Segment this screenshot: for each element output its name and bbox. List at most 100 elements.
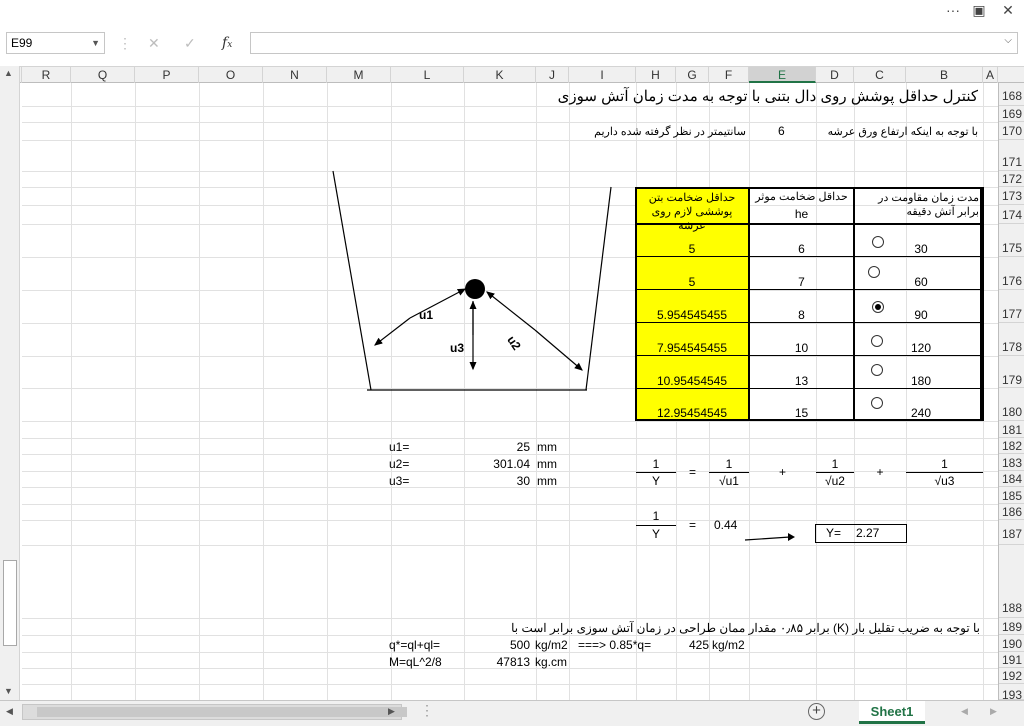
fire-radio-90[interactable] (872, 301, 884, 313)
prev-sheet-icon[interactable]: ◀ (961, 706, 968, 717)
col-header-E[interactable]: E (749, 67, 816, 83)
col-header-Q[interactable]: Q (71, 67, 135, 83)
row-header[interactable]: 191 (999, 652, 1024, 668)
fire-radio-60[interactable] (868, 266, 880, 278)
row-header[interactable]: 192 (999, 668, 1024, 684)
col-header-H[interactable]: H (636, 67, 676, 83)
row-header[interactable]: 183 (999, 454, 1024, 471)
col-header-J[interactable]: J (536, 67, 569, 83)
row-header[interactable]: 177 (999, 290, 1024, 323)
row-header[interactable]: 179 (999, 356, 1024, 388)
cover-value: 5 (688, 275, 696, 289)
u2-value: 301.04 (493, 457, 530, 471)
row-header[interactable]: 175 (999, 224, 1024, 257)
minutes-value: 90 (914, 308, 928, 322)
scroll-up-icon[interactable]: ▲ (4, 68, 13, 78)
col-header-B[interactable]: B (906, 67, 983, 83)
row-header[interactable]: 168 (999, 83, 1024, 106)
col-header-M[interactable]: M (327, 67, 391, 83)
row-header[interactable]: 172 (999, 171, 1024, 187)
moment-label: M=qL^2/8 (389, 655, 442, 669)
cover-value: 5 (688, 242, 696, 256)
horizontal-scrollbar[interactable] (22, 704, 407, 720)
load-reduction-note: با توجه به ضریب تقلیل بار (K) برابر ۰٫۸۵… (511, 621, 980, 635)
col-header-A[interactable]: A (983, 67, 998, 83)
col-header-I[interactable]: I (569, 67, 636, 83)
more-icon: ⋮ (420, 702, 434, 718)
row-header[interactable]: 190 (999, 635, 1024, 652)
q-unit: kg/m2 (535, 638, 568, 652)
formula-Y: Y (651, 474, 660, 488)
header-fire-minutes: مدت زمان مقاومت در برابر آتش دقیقه (878, 192, 979, 218)
formula-input[interactable]: ⌵ (250, 32, 1018, 54)
q-design-unit: kg/m2 (712, 638, 745, 652)
function-icon[interactable]: fx (222, 33, 232, 53)
fire-radio-120[interactable] (871, 335, 883, 347)
row-header[interactable]: 181 (999, 421, 1024, 438)
col-header-G[interactable]: G (676, 67, 709, 83)
expand-formula-icon[interactable]: ⌵ (1004, 35, 1012, 46)
q-arrow-label: ===> 0.85*q= (578, 638, 652, 652)
cover-value: 10.95454545 (656, 374, 728, 388)
row-header[interactable]: 173 (999, 187, 1024, 205)
row-header[interactable]: 169 (999, 106, 1024, 122)
name-box[interactable]: E99 ▼ (6, 32, 105, 54)
fire-radio-180[interactable] (871, 364, 883, 376)
he-value: 7 (798, 275, 805, 289)
close-window-icon[interactable]: ✕ (993, 0, 1023, 22)
result-equals: = (688, 518, 696, 532)
restore-window-icon[interactable]: ▣ (964, 0, 994, 22)
chevron-down-icon[interactable]: ▼ (91, 33, 100, 53)
cover-value: 7.954545455 (656, 341, 728, 355)
row-header[interactable]: 180 (999, 388, 1024, 421)
row-header[interactable]: 182 (999, 438, 1024, 454)
next-sheet-icon[interactable]: ▶ (990, 706, 997, 717)
row-header[interactable]: 193 (999, 684, 1024, 702)
row-header[interactable]: 189 (999, 618, 1024, 635)
vertical-scroll-thumb[interactable] (3, 560, 17, 646)
horizontal-scroll-thumb[interactable] (37, 707, 407, 717)
q-value: 500 (509, 638, 530, 652)
name-box-value: E99 (11, 36, 33, 50)
add-sheet-icon[interactable]: + (808, 703, 825, 720)
formula-numerator: 1 (831, 457, 839, 471)
header-he: he (794, 207, 809, 221)
col-header-N[interactable]: N (263, 67, 327, 83)
he-value: 10 (794, 341, 809, 355)
row-header[interactable]: 186 (999, 504, 1024, 520)
tab-sheet1[interactable]: Sheet1 (859, 701, 925, 724)
vertical-scrollbar[interactable]: ▲ ▼ (0, 66, 20, 700)
row-header[interactable]: 185 (999, 487, 1024, 504)
formula-sqrt-u2: √u2 (825, 474, 845, 488)
scroll-down-icon[interactable]: ▼ (4, 686, 13, 696)
col-header-R[interactable]: R (22, 67, 71, 83)
rebar-distance-diagram (332, 170, 612, 391)
row-header[interactable]: 188 (999, 545, 1024, 618)
col-header-L[interactable]: L (391, 67, 464, 83)
u1-label: u1 (419, 308, 434, 322)
fire-radio-30[interactable] (872, 236, 884, 248)
col-header-F[interactable]: F (709, 67, 749, 83)
cover-value: 5.954545455 (656, 308, 728, 322)
cancel-icon[interactable]: ✕ (148, 33, 160, 53)
deck-height-label: با توجه به اینکه ارتفاع ورق عرشه (827, 126, 978, 138)
col-header-K[interactable]: K (464, 67, 536, 83)
row-header[interactable]: 187 (999, 520, 1024, 545)
row-header[interactable]: 176 (999, 257, 1024, 290)
scroll-left-icon[interactable]: ◀ (6, 706, 13, 717)
u3-unit: mm (537, 474, 557, 488)
col-header-P[interactable]: P (135, 67, 199, 83)
row-header[interactable]: 174 (999, 205, 1024, 224)
he-value: 15 (794, 406, 809, 420)
scroll-right-icon[interactable]: ▶ (388, 706, 395, 717)
col-header-C[interactable]: C (854, 67, 906, 83)
col-header-D[interactable]: D (816, 67, 854, 83)
row-header[interactable]: 178 (999, 323, 1024, 356)
row-header[interactable]: 184 (999, 471, 1024, 487)
fire-radio-240[interactable] (871, 397, 883, 409)
u1-unit: mm (537, 440, 557, 454)
col-header-O[interactable]: O (199, 67, 263, 83)
row-header[interactable]: 171 (999, 140, 1024, 171)
row-header[interactable]: 170 (999, 122, 1024, 140)
enter-icon[interactable]: ✓ (184, 33, 196, 53)
